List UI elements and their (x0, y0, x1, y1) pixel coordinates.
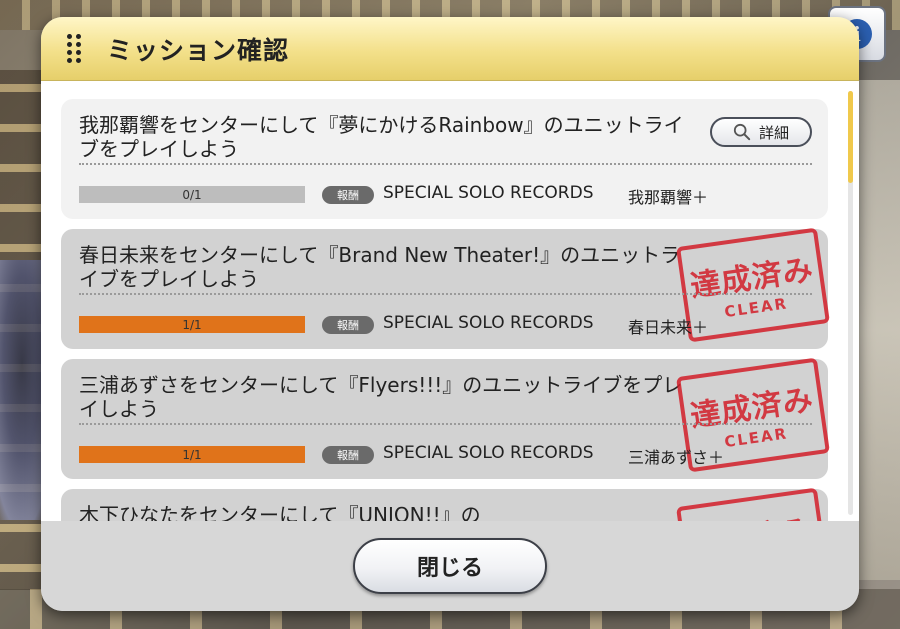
reward-badge: 報酬 (322, 316, 374, 334)
drag-handle-icon (67, 33, 81, 64)
progress-bar: 1/1 (79, 446, 305, 463)
progress-text: 0/1 (182, 187, 202, 202)
divider (79, 293, 812, 295)
reward-name: SPECIAL SOLO RECORDS (383, 443, 594, 463)
dialog-header: ミッション確認 (41, 17, 859, 81)
reward-name: SPECIAL SOLO RECORDS (383, 183, 594, 203)
reward-item: 三浦あずさ＋ (628, 448, 725, 467)
clear-stamp: 達成済み CLEAR (676, 487, 830, 521)
mission-item: 木下ひなたをセンターにして『UNION!!』の 達成済み CLEAR (61, 487, 830, 521)
reward-badge: 報酬 (322, 446, 374, 464)
progress-text: 1/1 (182, 447, 202, 462)
progress-bar: 1/1 (79, 316, 305, 333)
mission-description: 木下ひなたをセンターにして『UNION!!』の (79, 503, 481, 521)
reward-name: SPECIAL SOLO RECORDS (383, 313, 594, 333)
stamp-text: 達成済み (688, 382, 816, 435)
close-button[interactable]: 閉じる (353, 538, 547, 594)
mission-item: 我那覇響をセンターにして『夢にかけるRainbow』のユニットライブをプレイしよ… (61, 99, 828, 219)
detail-button[interactable]: 詳細 (710, 117, 812, 147)
dialog-footer: 閉じる (41, 521, 859, 611)
detail-button-label: 詳細 (758, 123, 789, 142)
progress-text: 1/1 (182, 317, 202, 332)
divider (79, 163, 812, 165)
search-icon (733, 123, 751, 141)
mission-description: 春日未来をセンターにして『Brand New Theater!』のユニットライブ… (79, 243, 681, 291)
stamp-text: 達成済み (687, 505, 816, 521)
reward-badge: 報酬 (322, 186, 374, 204)
stamp-text: 達成済み (688, 252, 816, 305)
mission-description: 三浦あずさをセンターにして『Flyers!!!』のユニットライブをプレイしよう (79, 373, 683, 421)
reward-item: 春日未来＋ (628, 318, 709, 337)
mission-item: 春日未来をセンターにして『Brand New Theater!』のユニットライブ… (61, 227, 830, 349)
progress-bar: 0/1 (79, 186, 305, 203)
dialog-title: ミッション確認 (107, 35, 290, 65)
mission-description: 我那覇響をセンターにして『夢にかけるRainbow』のユニットライブをプレイしよ… (79, 113, 684, 161)
divider (79, 423, 812, 425)
mission-item: 三浦あずさをセンターにして『Flyers!!!』のユニットライブをプレイしよう … (61, 357, 830, 479)
mission-list[interactable]: 我那覇響をセンターにして『夢にかけるRainbow』のユニットライブをプレイしよ… (41, 81, 859, 521)
reward-item: 我那覇響＋ (628, 188, 709, 207)
mission-dialog: ミッション確認 我那覇響をセンターにして『夢にかけるRainbow』のユニットラ… (41, 17, 859, 611)
scrollbar-thumb[interactable] (848, 91, 853, 183)
